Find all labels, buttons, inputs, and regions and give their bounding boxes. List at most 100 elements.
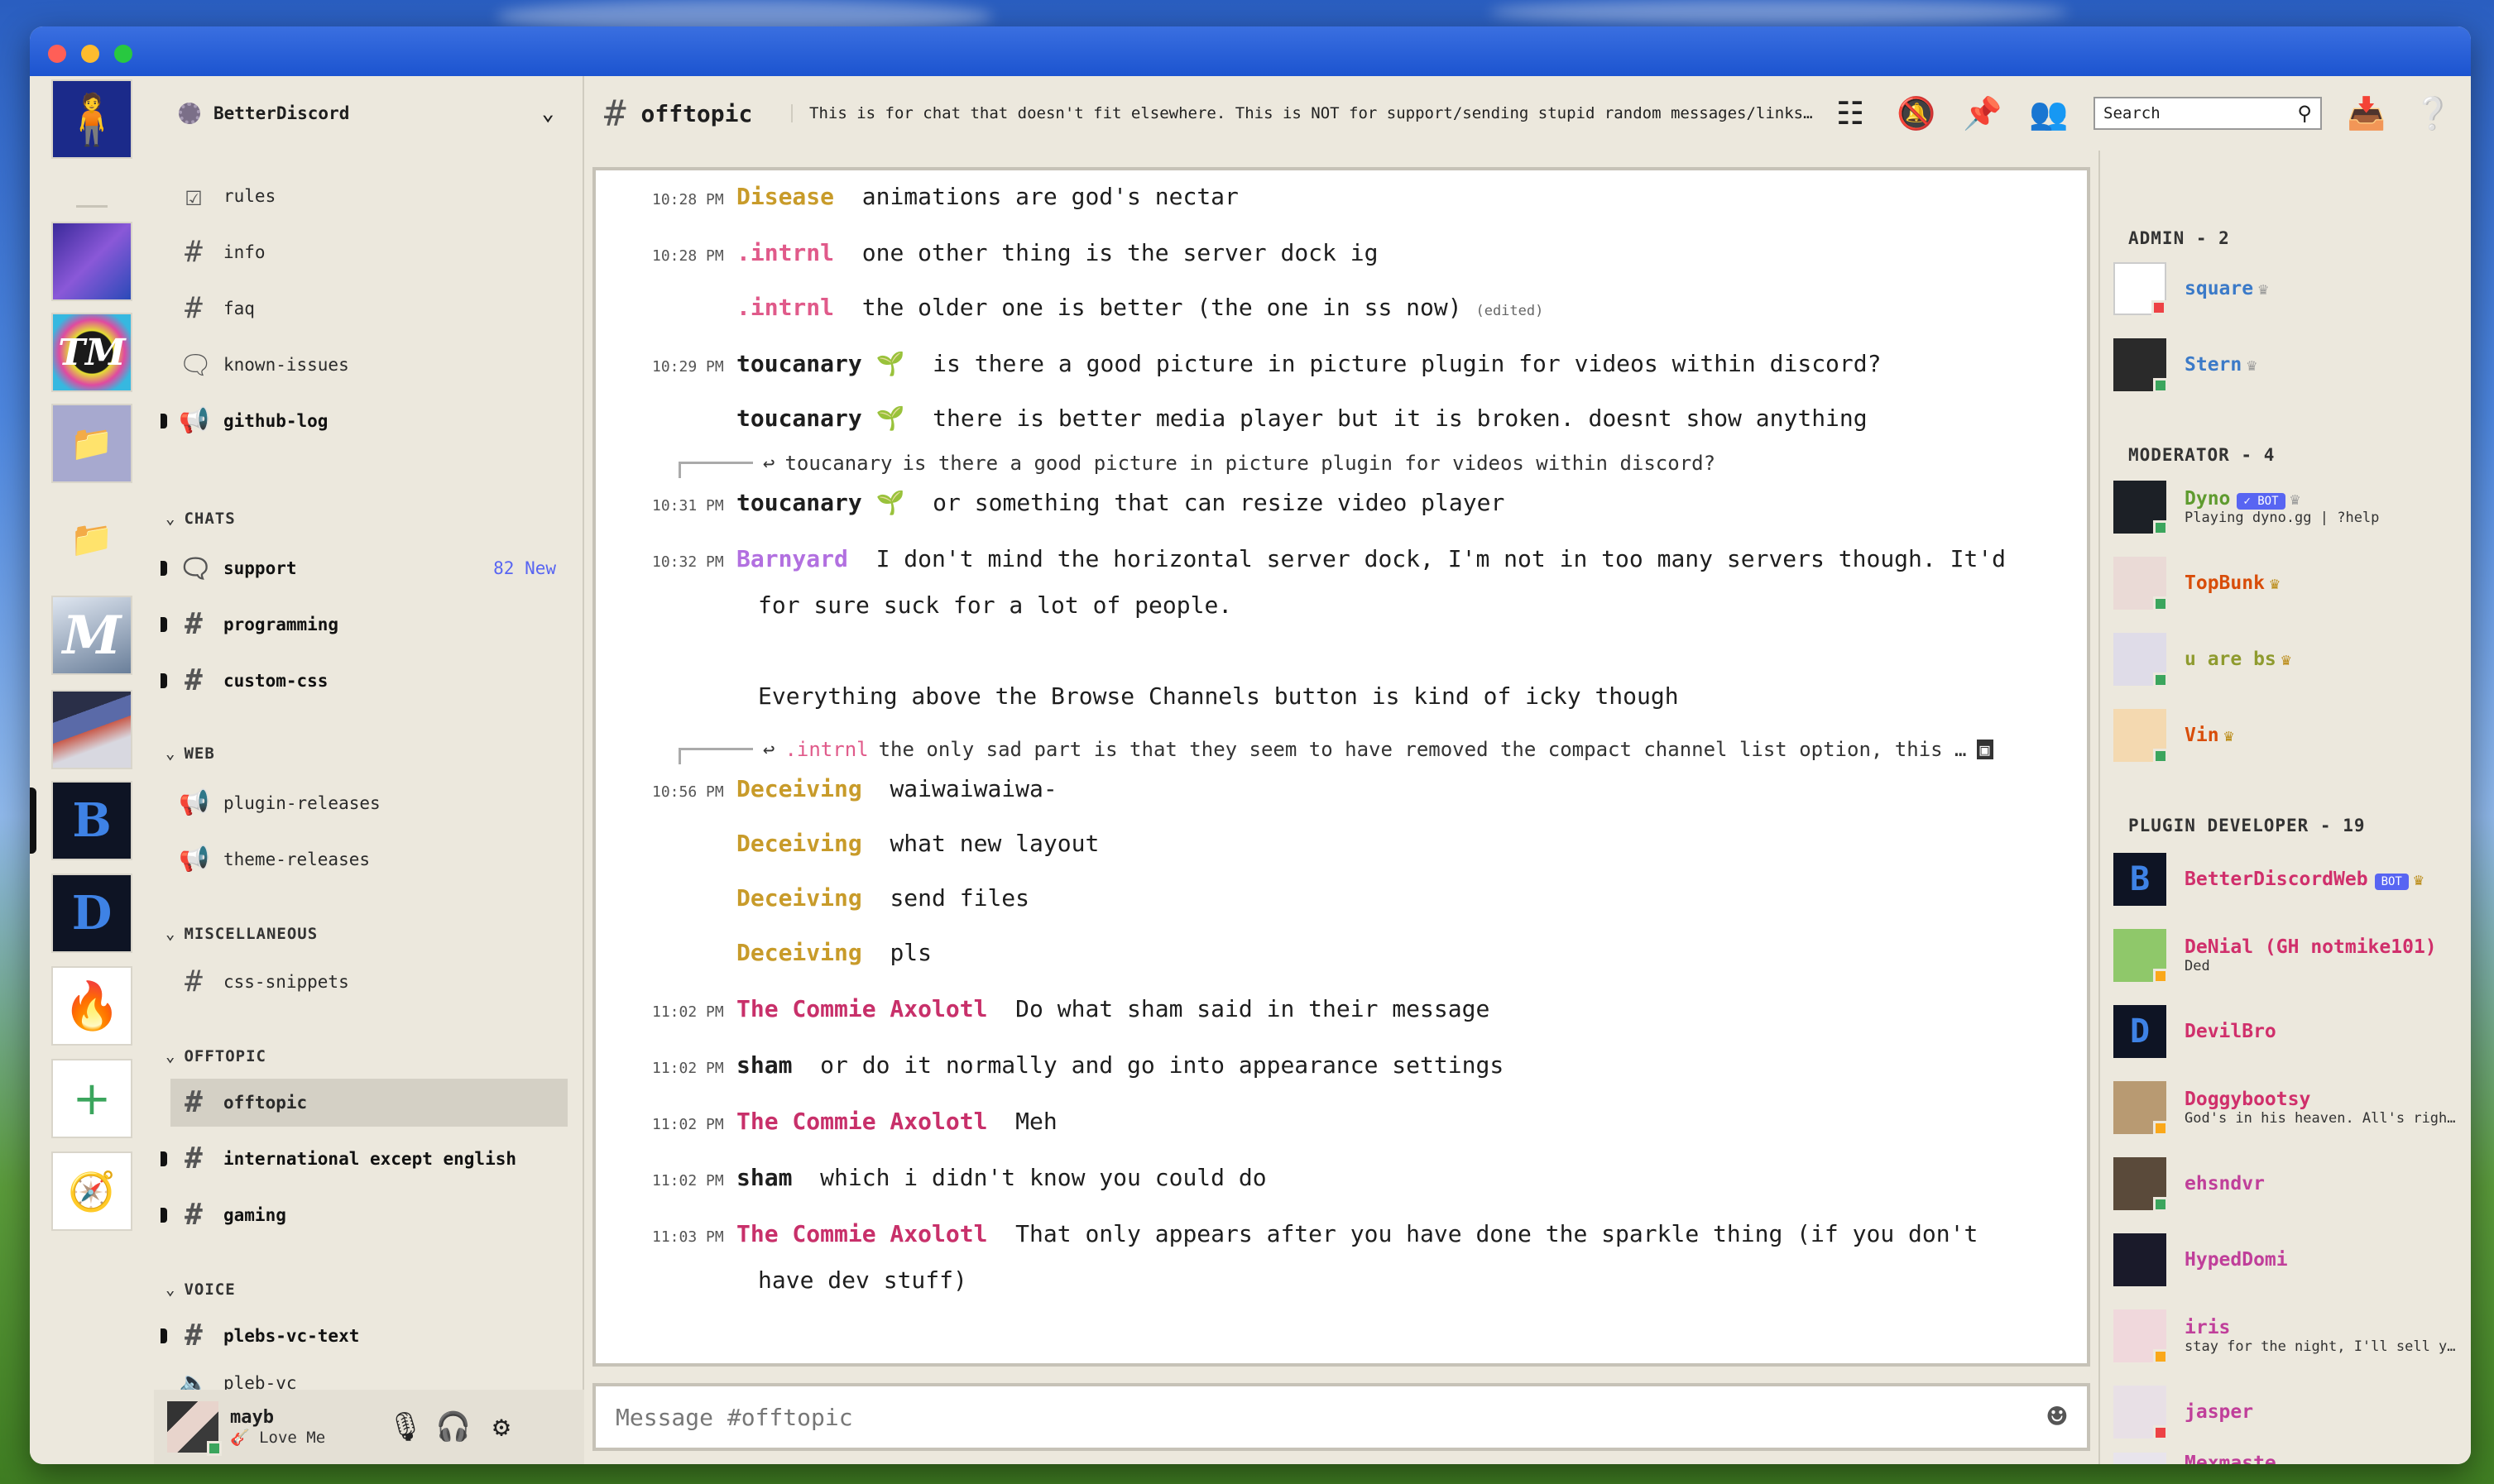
channel-title: # offtopic bbox=[584, 93, 791, 135]
hash-icon: # bbox=[185, 291, 203, 325]
channel-css-snippets[interactable]: # css-snippets bbox=[170, 958, 568, 1006]
reply-preview[interactable]: ↩ toucanary is there a good picture in p… bbox=[679, 448, 1715, 478]
mute-bell-icon[interactable]: 🔕 bbox=[1883, 95, 1950, 132]
server-folder-icon[interactable]: 📁 bbox=[51, 404, 132, 483]
close-window-button[interactable] bbox=[48, 45, 66, 63]
member-item[interactable]: Doggybootsy God's in his heaven. All's r… bbox=[2113, 1079, 2469, 1137]
channel-topic[interactable]: This is for chat that doesn't fit elsewh… bbox=[791, 104, 1817, 122]
member-item[interactable]: TopBunk ♛ bbox=[2113, 554, 2469, 612]
channel-faq[interactable]: # faq bbox=[170, 285, 568, 333]
reply-preview[interactable]: ↩ .intrnl the only sad part is that they… bbox=[679, 735, 1993, 764]
member-item[interactable]: D DevilBro bbox=[2113, 1003, 2469, 1060]
category-chats[interactable]: ⌄ CHATS bbox=[165, 510, 236, 528]
category-voice[interactable]: ⌄ VOICE bbox=[165, 1281, 236, 1299]
message-author[interactable]: The Commie Axolotl bbox=[736, 1108, 987, 1135]
member-name: iris bbox=[2185, 1317, 2231, 1338]
server-icon[interactable] bbox=[51, 222, 132, 301]
message-composer[interactable]: Message #offtopic ☻ bbox=[592, 1383, 2090, 1451]
message[interactable]: 11:03 PM The Commie Axolotl That only ap… bbox=[596, 1219, 2087, 1319]
channel-github-log[interactable]: 📢 github-log bbox=[161, 397, 568, 445]
channel-rules[interactable]: ☑ rules bbox=[170, 172, 568, 220]
member-item[interactable]: Stern ♛ bbox=[2113, 336, 2469, 394]
message-author[interactable]: The Commie Axolotl bbox=[736, 995, 987, 1022]
message-text-continued: for sure suck for a lot of people. bbox=[758, 591, 1233, 619]
threads-icon[interactable]: ☷ bbox=[1817, 95, 1883, 132]
message-author[interactable]: toucanary bbox=[736, 489, 862, 516]
member-item[interactable]: DeNial (GH notmike101) Ded bbox=[2113, 926, 2469, 984]
channel-support[interactable]: 🗨 support 82 New bbox=[161, 544, 568, 592]
emoji-picker-icon[interactable]: ☻ bbox=[2047, 1398, 2067, 1436]
message-author[interactable]: sham bbox=[736, 1164, 792, 1191]
channel-gaming[interactable]: # gaming bbox=[161, 1191, 568, 1239]
message-author[interactable]: The Commie Axolotl bbox=[736, 1220, 987, 1247]
channel-info[interactable]: # info bbox=[170, 228, 568, 276]
server-icon[interactable] bbox=[51, 690, 132, 769]
channel-international[interactable]: # international except english bbox=[161, 1135, 568, 1183]
message[interactable]: 10:32 PM Barnyard I don't mind the horiz… bbox=[596, 544, 2087, 726]
reply-connector bbox=[679, 748, 753, 764]
message-author[interactable]: Disease bbox=[736, 183, 834, 210]
category-web[interactable]: ⌄ WEB bbox=[165, 744, 215, 763]
member-name: Doggybootsy bbox=[2185, 1089, 2311, 1110]
channel-offtopic[interactable]: # offtopic bbox=[170, 1079, 568, 1127]
server-icon[interactable]: TM bbox=[51, 313, 132, 392]
member-item[interactable]: Dyno ✓ BOT ♛ Playing dyno.gg | ?help bbox=[2113, 478, 2469, 536]
message-author[interactable]: toucanary bbox=[736, 405, 862, 432]
channel-known-issues[interactable]: 🗨 known-issues bbox=[170, 341, 568, 389]
message-input[interactable]: Message #offtopic bbox=[616, 1404, 853, 1431]
member-item[interactable]: Mexmaste bbox=[2113, 1453, 2469, 1464]
server-icon[interactable]: 🔥 bbox=[51, 966, 132, 1046]
server-icon[interactable]: M bbox=[51, 596, 132, 675]
edited-label: (edited) bbox=[1475, 303, 1544, 319]
member-list-icon[interactable]: 👥 bbox=[2016, 95, 2082, 132]
message-author[interactable]: Deceiving bbox=[736, 939, 862, 966]
message-author[interactable]: Deceiving bbox=[736, 775, 862, 802]
channel-theme-releases[interactable]: 📢 theme-releases bbox=[170, 835, 568, 883]
message-author[interactable]: Barnyard bbox=[736, 545, 848, 572]
title-bar[interactable] bbox=[30, 26, 2471, 76]
betterdiscord-server-icon[interactable]: B bbox=[51, 781, 132, 860]
add-server-icon[interactable]: + bbox=[51, 1059, 132, 1138]
member-item[interactable]: Vin ♛ bbox=[2113, 706, 2469, 764]
category-miscellaneous[interactable]: ⌄ MISCELLANEOUS bbox=[165, 925, 318, 943]
channel-custom-css[interactable]: # custom-css bbox=[161, 657, 568, 705]
message-author[interactable]: sham bbox=[736, 1051, 792, 1079]
timestamp: 10:28 PM bbox=[652, 191, 724, 208]
member-item[interactable]: HypedDomi bbox=[2113, 1231, 2469, 1289]
user-avatar[interactable] bbox=[167, 1401, 222, 1456]
settings-gear-icon[interactable]: ⚙ bbox=[483, 1410, 520, 1443]
member-item[interactable]: u are bs ♛ bbox=[2113, 630, 2469, 688]
headphones-icon[interactable]: 🎧 bbox=[435, 1410, 472, 1443]
home-aim-icon[interactable]: 🧍 bbox=[51, 79, 132, 159]
maximize-window-button[interactable] bbox=[114, 45, 132, 63]
pin-icon[interactable]: 📌 bbox=[1950, 95, 2016, 132]
category-offtopic[interactable]: ⌄ OFFTOPIC bbox=[165, 1047, 266, 1065]
message-author[interactable]: .intrnl bbox=[736, 239, 834, 266]
explore-servers-icon[interactable]: 🧭 bbox=[51, 1151, 132, 1231]
announcement-icon: 📢 bbox=[179, 788, 210, 817]
server-icon[interactable]: D bbox=[51, 874, 132, 953]
guild-header[interactable]: BetterDiscord ⌄ bbox=[154, 76, 584, 151]
message-author[interactable]: toucanary bbox=[736, 350, 862, 377]
member-item[interactable]: B BetterDiscordWeb BOT ♛ bbox=[2113, 850, 2469, 908]
minimize-window-button[interactable] bbox=[81, 45, 99, 63]
server-folder-open-icon[interactable]: 📁 bbox=[51, 500, 132, 579]
member-item[interactable]: iris stay for the night, I'll sell you a… bbox=[2113, 1307, 2469, 1365]
microphone-icon[interactable]: 🎙 bbox=[387, 1410, 424, 1443]
reply-author: toucanary bbox=[784, 452, 893, 475]
help-icon[interactable]: ❔ bbox=[2400, 95, 2466, 132]
crown-icon: ♛ bbox=[2269, 573, 2280, 593]
channel-plebs-vc-text[interactable]: # plebs-vc-text bbox=[161, 1312, 568, 1360]
member-item[interactable]: ehsndvr bbox=[2113, 1155, 2469, 1213]
message-author[interactable]: Deceiving bbox=[736, 884, 862, 912]
message-author[interactable]: Deceiving bbox=[736, 830, 862, 857]
search-input[interactable]: Search ⚲ bbox=[2094, 97, 2322, 130]
message-list[interactable]: 10:28 PM Disease animations are god's ne… bbox=[592, 167, 2090, 1367]
member-item[interactable]: square ♛ bbox=[2113, 260, 2469, 318]
channel-plugin-releases[interactable]: 📢 plugin-releases bbox=[170, 779, 568, 827]
message-author[interactable]: .intrnl bbox=[736, 294, 834, 321]
channel-programming[interactable]: # programming bbox=[161, 601, 568, 649]
member-item[interactable]: jasper bbox=[2113, 1383, 2469, 1441]
inbox-icon[interactable]: 📥 bbox=[2333, 95, 2400, 132]
chevron-down-icon[interactable]: ⌄ bbox=[541, 101, 554, 126]
